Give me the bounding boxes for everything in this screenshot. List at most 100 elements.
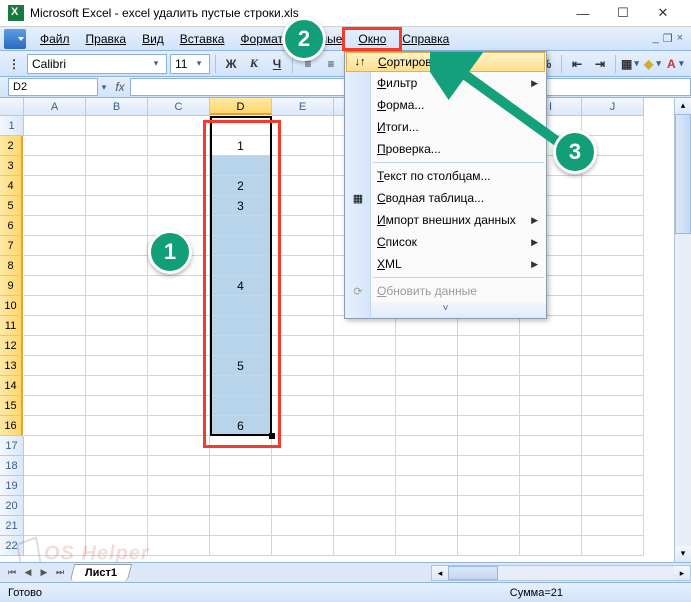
cell[interactable]	[582, 156, 644, 176]
bold-button[interactable]: Ж	[221, 54, 241, 74]
cell[interactable]	[582, 496, 644, 516]
cell[interactable]	[520, 436, 582, 456]
cell[interactable]	[272, 476, 334, 496]
cell[interactable]	[210, 496, 272, 516]
cell[interactable]	[582, 356, 644, 376]
cell[interactable]	[582, 196, 644, 216]
cell[interactable]	[334, 456, 396, 476]
cell[interactable]	[582, 296, 644, 316]
cell[interactable]	[24, 476, 86, 496]
underline-button[interactable]: Ч	[267, 54, 287, 74]
menu-data[interactable]: Данные	[291, 29, 350, 49]
cell[interactable]	[582, 516, 644, 536]
hscroll-thumb[interactable]	[448, 566, 498, 580]
cell[interactable]: 3	[210, 196, 272, 216]
row-header[interactable]: 7	[0, 236, 23, 256]
cell[interactable]	[272, 296, 334, 316]
cell[interactable]	[24, 436, 86, 456]
cell[interactable]	[396, 376, 458, 396]
cell[interactable]: 2	[210, 176, 272, 196]
cell[interactable]	[24, 276, 86, 296]
cell[interactable]: 6	[210, 416, 272, 436]
cell[interactable]	[334, 356, 396, 376]
mdi-close-icon[interactable]: ×	[677, 32, 683, 45]
cell[interactable]	[272, 116, 334, 136]
cell[interactable]	[148, 156, 210, 176]
cell[interactable]	[272, 176, 334, 196]
cell[interactable]	[86, 216, 148, 236]
cell[interactable]	[458, 496, 520, 516]
cell[interactable]	[86, 496, 148, 516]
cell[interactable]	[24, 116, 86, 136]
cell[interactable]	[148, 136, 210, 156]
cell[interactable]	[210, 116, 272, 136]
cell[interactable]	[86, 156, 148, 176]
row-header[interactable]: 20	[0, 496, 24, 516]
cell[interactable]: 1	[210, 136, 272, 156]
cell[interactable]	[582, 236, 644, 256]
row-header[interactable]: 18	[0, 456, 24, 476]
cell[interactable]	[86, 396, 148, 416]
cell[interactable]	[148, 296, 210, 316]
cell[interactable]	[24, 456, 86, 476]
cell[interactable]	[582, 436, 644, 456]
cell[interactable]	[272, 516, 334, 536]
col-header-D[interactable]: D	[210, 98, 272, 115]
fill-color-button[interactable]: ◆▾	[644, 54, 664, 74]
cell[interactable]	[210, 156, 272, 176]
cell[interactable]	[86, 516, 148, 536]
font-color-button[interactable]: A▾	[667, 54, 687, 74]
row-header[interactable]: 1	[0, 116, 24, 136]
cell[interactable]	[86, 116, 148, 136]
cell[interactable]	[24, 516, 86, 536]
menu-item[interactable]: ↓↑Сортировка...	[346, 52, 545, 72]
row-header[interactable]: 3	[0, 156, 23, 176]
cell[interactable]	[148, 396, 210, 416]
cell[interactable]	[148, 516, 210, 536]
cell[interactable]	[272, 256, 334, 276]
cell[interactable]	[24, 296, 86, 316]
cell[interactable]	[582, 336, 644, 356]
menu-insert[interactable]: Вставка	[172, 29, 233, 49]
vertical-scrollbar[interactable]: ▴ ▾	[674, 98, 691, 562]
cell[interactable]	[272, 496, 334, 516]
cell[interactable]	[458, 396, 520, 416]
cell[interactable]	[582, 396, 644, 416]
fx-icon[interactable]: fx	[110, 80, 130, 94]
cell[interactable]	[210, 236, 272, 256]
cell[interactable]	[272, 536, 334, 556]
cell[interactable]	[272, 276, 334, 296]
cell[interactable]	[334, 496, 396, 516]
sheet-tab[interactable]: Лист1	[70, 564, 133, 581]
cell[interactable]	[272, 196, 334, 216]
cell[interactable]	[272, 316, 334, 336]
cell[interactable]	[86, 416, 148, 436]
cell[interactable]	[210, 296, 272, 316]
menu-window[interactable]: Окно	[350, 29, 394, 49]
tab-nav-last-icon[interactable]: ⏭	[52, 565, 68, 581]
cell[interactable]	[148, 336, 210, 356]
close-button[interactable]: ✕	[643, 1, 683, 25]
cell[interactable]	[582, 116, 644, 136]
menu-item[interactable]: Импорт внешних данных▶	[345, 209, 546, 231]
cell[interactable]	[582, 176, 644, 196]
row-header[interactable]: 10	[0, 296, 23, 316]
cell[interactable]	[24, 236, 86, 256]
cell[interactable]	[582, 376, 644, 396]
cell[interactable]	[272, 376, 334, 396]
cell[interactable]	[148, 536, 210, 556]
minimize-button[interactable]: —	[563, 1, 603, 25]
row-header[interactable]: 14	[0, 376, 23, 396]
cell[interactable]	[396, 416, 458, 436]
cell[interactable]	[24, 496, 86, 516]
row-header[interactable]: 16	[0, 416, 23, 436]
cell[interactable]	[86, 236, 148, 256]
cell[interactable]	[520, 536, 582, 556]
col-header-J[interactable]: J	[582, 98, 644, 116]
name-box[interactable]: D2	[8, 78, 98, 96]
cell[interactable]	[520, 416, 582, 436]
cell[interactable]	[334, 336, 396, 356]
tab-nav-next-icon[interactable]: ▶	[36, 565, 52, 581]
cell[interactable]	[86, 176, 148, 196]
cell[interactable]	[396, 396, 458, 416]
